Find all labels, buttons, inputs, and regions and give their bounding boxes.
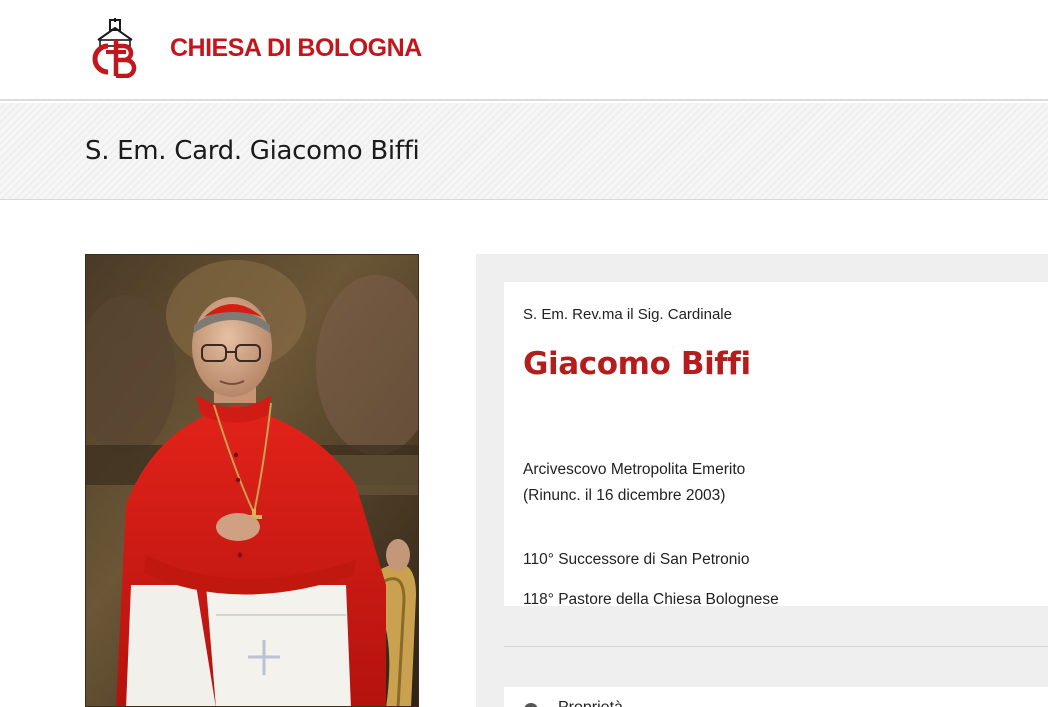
cardinal-portrait [85,254,419,707]
chiesa-di-bologna-logo-icon [92,18,137,78]
info-panel: S. Em. Rev.ma il Sig. Cardinale Giacomo … [476,254,1048,707]
page-title: S. Em. Card. Giacomo Biffi [85,136,420,166]
site-header: CHIESA DI BOLOGNA [0,0,1048,101]
secondary-card-label: Proprietà [558,699,623,707]
honorific-prefix: S. Em. Rev.ma il Sig. Cardinale [523,306,732,323]
section-divider [504,646,1048,647]
role-description: Arcivescovo Metropolita Emerito (Rinunc.… [523,457,745,509]
resignation-date: (Rinunc. il 16 dicembre 2003) [523,487,726,504]
title-band: S. Em. Card. Giacomo Biffi [0,103,1048,200]
role-title: Arcivescovo Metropolita Emerito [523,461,746,478]
site-name: CHIESA DI BOLOGNA [170,33,422,62]
bullet-icon [524,703,538,707]
cardinal-name: Giacomo Biffi [523,346,751,382]
successor-line: 110° Successore di San Petronio [523,551,750,568]
profile-card: S. Em. Rev.ma il Sig. Cardinale Giacomo … [504,282,1048,608]
home-link[interactable]: CHIESA DI BOLOGNA [84,18,422,78]
secondary-card: Proprietà [504,687,1048,707]
pastor-line: 118° Pastore della Chiesa Bolognese [523,591,779,608]
